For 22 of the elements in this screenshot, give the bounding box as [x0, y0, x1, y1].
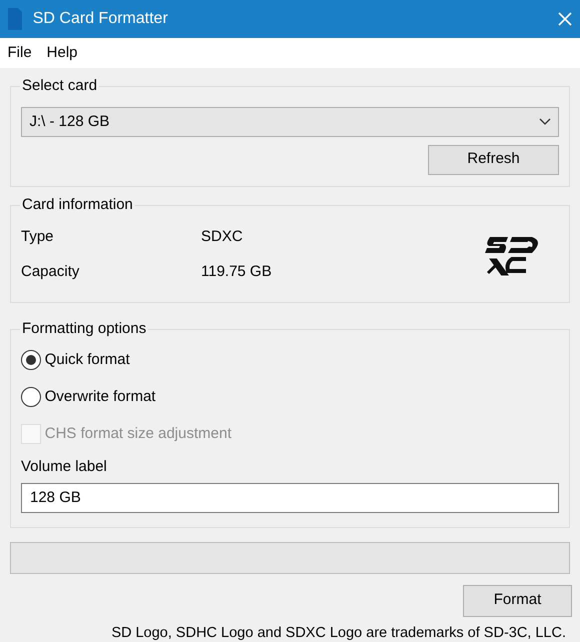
field-label: Type: [21, 226, 55, 247]
menu-item[interactable]: Help: [46, 42, 78, 64]
group-title: Formatting options: [20, 320, 148, 338]
field-label: Volume label: [21, 457, 108, 478]
option-label: Overwrite format: [44, 386, 156, 407]
radio-button[interactable]: [21, 350, 41, 370]
option-label: CHS format size adjustment: [44, 424, 232, 444]
field-value: 119.75 GB: [201, 262, 272, 282]
field-label: Capacity: [21, 262, 80, 282]
caret-icon: [538, 118, 550, 126]
radio-button[interactable]: [21, 387, 41, 407]
refresh-button[interactable]: Refresh: [428, 144, 559, 174]
volume-label-field[interactable]: 128 GB: [21, 482, 559, 512]
menu-item[interactable]: File: [8, 42, 32, 64]
trademark-notice: SD Logo, SDHC Logo and SDXC Logo are trademarks of SD-3C, LLC.: [110, 624, 566, 642]
field-value: SDXC: [201, 226, 243, 247]
format-button[interactable]: Format: [463, 584, 572, 616]
drive-dropdown[interactable]: J:\ - 128 GB: [21, 107, 559, 137]
option-label: Quick format: [44, 350, 130, 370]
window-title: SD Card Formatter: [32, 9, 168, 29]
close-icon[interactable]: [556, 11, 572, 27]
app-icon: [8, 8, 22, 30]
